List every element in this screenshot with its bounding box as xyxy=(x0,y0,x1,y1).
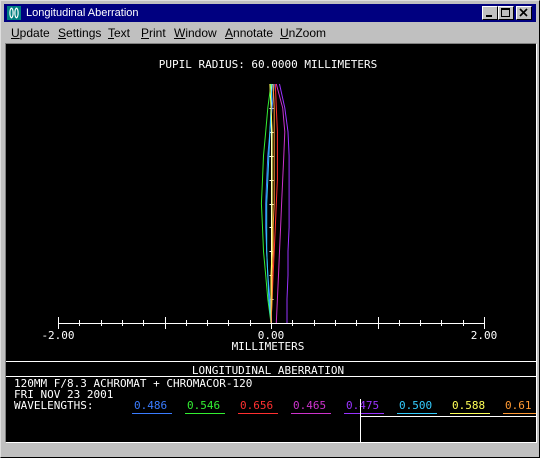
x-axis-label: MILLIMETERS xyxy=(232,340,305,353)
legend-label-1: 0.546 xyxy=(187,399,220,412)
wavelengths-label: WAVELENGTHS: xyxy=(14,399,93,412)
menu-settings[interactable]: Settings xyxy=(58,26,101,40)
pupil-radius-header: PUPIL RADIUS: 60.0000 MILLIMETERS xyxy=(159,58,378,71)
close-button[interactable] xyxy=(516,6,532,20)
legend-label-5: 0.500 xyxy=(399,399,432,412)
menu-update[interactable]: Update xyxy=(11,26,50,40)
legend-label-3: 0.465 xyxy=(293,399,326,412)
section-title: LONGITUDINAL ABERRATION xyxy=(192,364,344,377)
aberration-plot-area: PUPIL RADIUS: 60.0000 MILLIMETERS -2.00 0… xyxy=(5,43,537,443)
series-line-3 xyxy=(275,83,286,324)
legend-label-2: 0.656 xyxy=(240,399,273,412)
series-group xyxy=(260,83,290,324)
menu-text[interactable]: Text xyxy=(108,26,130,40)
maximize-icon xyxy=(501,8,510,17)
minimize-icon xyxy=(486,15,492,17)
legend-label-6: 0.588 xyxy=(452,399,485,412)
menu-unzoom[interactable]: UnZoom xyxy=(280,26,326,40)
wavelength-legend: 0.486 0.546 0.656 0.465 0.475 0.500 0.588 0.61 xyxy=(132,399,536,414)
menu-bar: Update Settings Text Print Window Annota… xyxy=(4,23,536,43)
maximize-button[interactable] xyxy=(498,6,514,20)
window-title: Longitudinal Aberration xyxy=(26,7,139,19)
minimize-button[interactable] xyxy=(482,6,498,20)
close-icon xyxy=(519,8,528,17)
series-line-4 xyxy=(279,83,290,323)
x-tick-label: 2.00 xyxy=(471,329,498,342)
app-icon xyxy=(7,6,21,20)
x-tick-label: -2.00 xyxy=(41,329,74,342)
menu-print[interactable]: Print xyxy=(141,26,166,40)
status-bar xyxy=(5,444,537,456)
legend-label-0: 0.486 xyxy=(134,399,167,412)
menu-window[interactable]: Window xyxy=(174,26,217,40)
title-bar[interactable]: Longitudinal Aberration xyxy=(4,4,536,22)
aberration-chart: PUPIL RADIUS: 60.0000 MILLIMETERS -2.00 0… xyxy=(6,58,536,442)
legend-label-4: 0.475 xyxy=(346,399,379,412)
legend-label-7: 0.61 xyxy=(505,399,532,412)
menu-annotate[interactable]: Annotate xyxy=(225,26,273,40)
application-window: Longitudinal Aberration Update Settings … xyxy=(0,0,540,458)
